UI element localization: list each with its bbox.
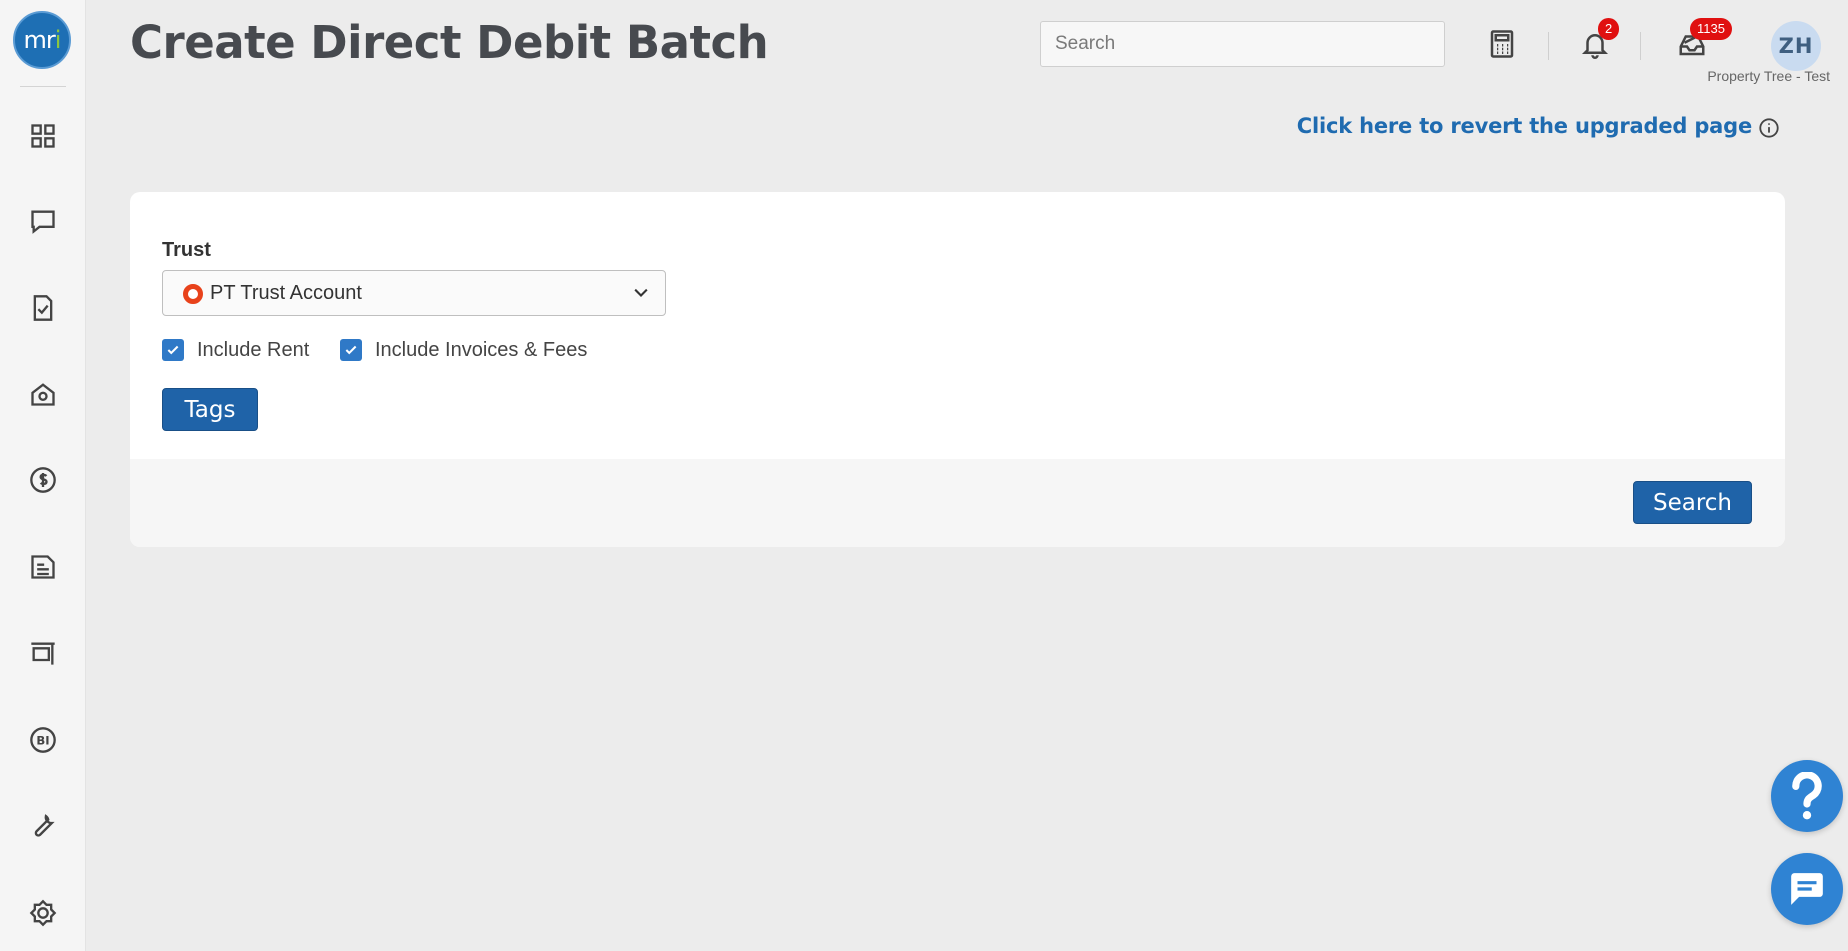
logo-text: mr bbox=[23, 26, 56, 54]
gear-icon[interactable] bbox=[27, 897, 59, 929]
include-rent-label: Include Rent bbox=[197, 338, 310, 361]
header-divider bbox=[1548, 32, 1549, 60]
sidebar-divider bbox=[20, 86, 66, 87]
global-search-input[interactable] bbox=[1040, 21, 1445, 67]
direct-debit-form-card: Trust PT Trust Account Include Rent Incl… bbox=[130, 192, 1785, 547]
checkbox-checked-icon bbox=[340, 339, 362, 361]
search-button[interactable]: Search bbox=[1633, 481, 1752, 524]
bi-circle-icon[interactable]: BI bbox=[27, 724, 59, 756]
sidebar: mr i BI bbox=[0, 0, 86, 951]
property-home-icon[interactable] bbox=[27, 378, 59, 410]
trust-select[interactable]: PT Trust Account bbox=[162, 270, 666, 316]
info-icon[interactable] bbox=[1758, 117, 1780, 139]
dollar-circle-icon[interactable] bbox=[27, 464, 59, 496]
tasks-badge: 1135 bbox=[1690, 18, 1732, 40]
wrench-icon[interactable] bbox=[27, 810, 59, 842]
logo-text-accent: i bbox=[54, 26, 62, 54]
include-invoices-checkbox[interactable]: Include Invoices & Fees bbox=[340, 337, 587, 363]
dashboard-grid-icon[interactable] bbox=[27, 120, 59, 152]
tags-button[interactable]: Tags bbox=[162, 388, 258, 431]
help-button[interactable] bbox=[1771, 760, 1843, 832]
page-title: Create Direct Debit Batch bbox=[130, 16, 769, 69]
newspaper-icon[interactable] bbox=[27, 551, 59, 583]
mri-logo[interactable]: mr i bbox=[13, 11, 71, 69]
notifications-badge: 2 bbox=[1598, 18, 1620, 40]
card-footer: Search bbox=[130, 459, 1785, 547]
document-check-icon[interactable] bbox=[27, 292, 59, 324]
calculator-icon[interactable] bbox=[1482, 24, 1522, 64]
question-mark-icon bbox=[1792, 772, 1822, 820]
revert-upgraded-page-link[interactable]: Click here to revert the upgraded page bbox=[1297, 114, 1752, 138]
chat-bubble-icon[interactable] bbox=[27, 205, 59, 237]
trust-label: Trust bbox=[162, 239, 211, 261]
checkbox-checked-icon bbox=[162, 339, 184, 361]
organization-name: Property Tree - Test bbox=[1707, 68, 1830, 84]
frame-icon[interactable] bbox=[27, 637, 59, 669]
chevron-down-icon bbox=[634, 288, 648, 297]
trust-select-value: PT Trust Account bbox=[210, 282, 362, 304]
chat-button[interactable] bbox=[1771, 853, 1843, 925]
user-avatar[interactable]: ZH bbox=[1771, 21, 1821, 71]
chat-icon bbox=[1791, 873, 1823, 905]
trust-status-icon bbox=[183, 284, 203, 304]
include-rent-checkbox[interactable]: Include Rent bbox=[162, 337, 309, 363]
include-invoices-label: Include Invoices & Fees bbox=[375, 338, 588, 361]
svg-text:BI: BI bbox=[36, 734, 49, 748]
header-divider bbox=[1640, 32, 1641, 60]
